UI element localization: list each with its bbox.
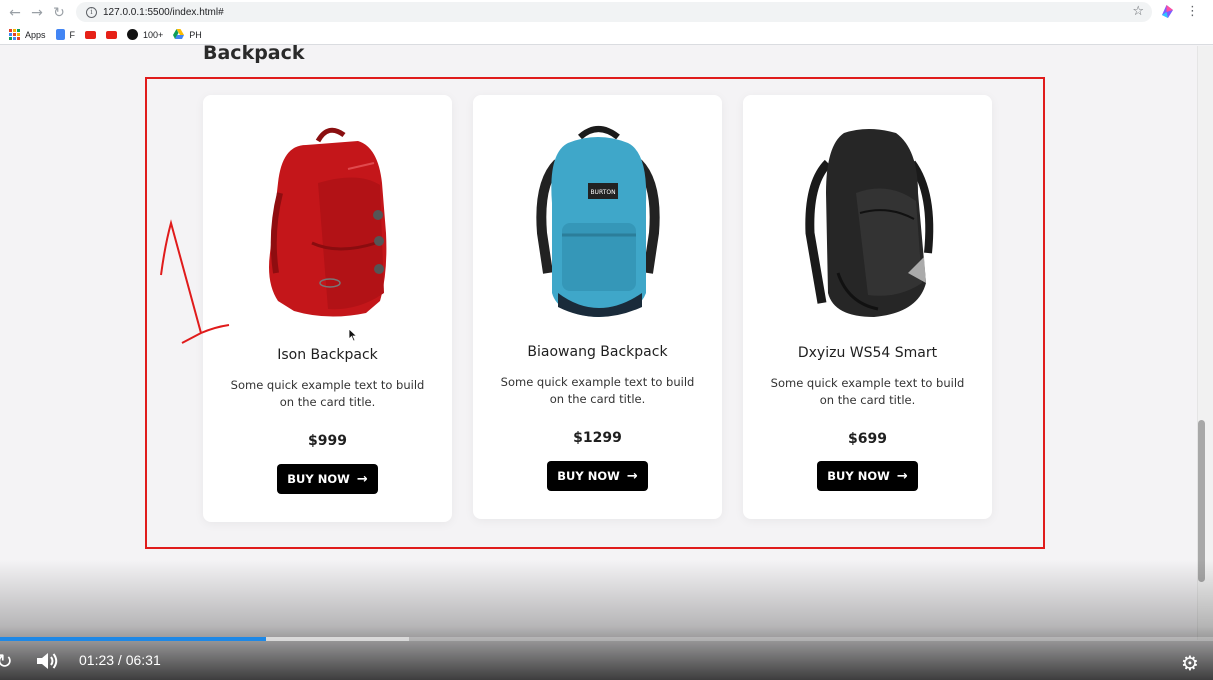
scrollbar-thumb[interactable] — [1198, 420, 1205, 582]
kebab-menu-icon[interactable]: ⋮ — [1186, 4, 1199, 19]
bookmark-label: F — [69, 29, 76, 40]
apps-grid-icon — [9, 29, 20, 40]
video-time: 01:23 / 06:31 — [79, 652, 161, 668]
bookmark-f[interactable]: F — [55, 29, 76, 40]
address-bar[interactable]: i 127.0.0.1:5500/index.html# ☆ — [76, 2, 1152, 22]
volume-icon[interactable] — [36, 651, 58, 671]
youtube-icon — [106, 30, 118, 39]
docs-icon — [55, 29, 65, 40]
settings-gear-icon[interactable]: ⚙ — [1181, 651, 1199, 675]
back-arrow-icon[interactable]: ← — [4, 2, 26, 24]
extension-icon[interactable] — [1160, 5, 1173, 18]
github-icon — [127, 29, 139, 40]
bookmark-ph[interactable]: PH — [173, 29, 202, 40]
bookmark-label: 100+ — [143, 29, 164, 40]
browser-toolbar: ← → ↻ i 127.0.0.1:5500/index.html# ☆ ⋮ — [0, 0, 1213, 25]
bookmark-label: PH — [189, 29, 202, 40]
mouse-cursor-icon — [348, 328, 358, 342]
site-info-icon[interactable]: i — [86, 6, 97, 18]
address-url[interactable]: 127.0.0.1:5500/index.html# — [103, 7, 224, 18]
annotation-scribble — [160, 219, 230, 344]
reload-icon[interactable]: ↻ — [48, 2, 70, 24]
bookmark-youtube-2[interactable] — [106, 30, 118, 39]
bookmark-apps[interactable]: Apps — [9, 29, 46, 40]
bookmarks-bar: Apps F 100+ PH — [0, 25, 1213, 45]
forward-arrow-icon[interactable]: → — [26, 2, 48, 24]
youtube-icon — [85, 30, 97, 39]
bookmark-star-icon[interactable]: ☆ — [1132, 4, 1144, 19]
section-title: Backpack — [203, 42, 305, 64]
video-controls: ↻ 01:23 / 06:31 ⚙ — [0, 641, 1213, 680]
replay-icon[interactable]: ↻ — [0, 649, 13, 673]
bookmark-github[interactable]: 100+ — [127, 29, 163, 40]
drive-icon — [173, 29, 185, 39]
bookmark-youtube-1[interactable] — [85, 30, 97, 39]
bookmark-label: Apps — [25, 29, 46, 40]
annotation-rectangle — [145, 77, 1045, 549]
